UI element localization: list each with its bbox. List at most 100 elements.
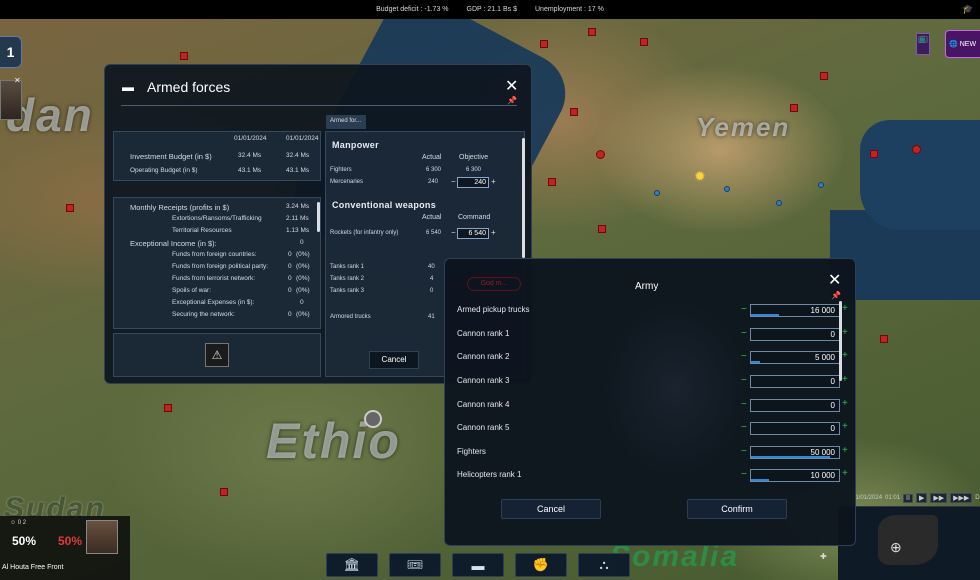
fastest-button[interactable]: ▶▶▶ — [950, 493, 973, 503]
confirm-button[interactable]: Confirm — [687, 499, 787, 519]
pin-icon[interactable]: 📌 — [831, 291, 841, 300]
plus-icon[interactable]: + — [842, 327, 848, 338]
minus-icon[interactable]: − — [451, 228, 456, 237]
plus-icon[interactable]: + — [842, 468, 848, 479]
scrollbar[interactable] — [317, 202, 320, 232]
unit-marker[interactable] — [66, 204, 74, 212]
pin-icon[interactable]: 📌 — [507, 96, 517, 105]
unit-marker[interactable] — [640, 38, 648, 46]
unit-marker[interactable] — [880, 335, 888, 343]
income-label: Funds from foreign political party: — [172, 263, 269, 270]
city-marker[interactable] — [596, 150, 605, 159]
minus-icon[interactable]: − — [741, 304, 747, 315]
news-button[interactable]: 🌐 NEW — [945, 30, 980, 58]
plus-icon[interactable]: + — [842, 374, 848, 385]
bank-icon[interactable]: 🏛 — [326, 553, 378, 577]
quantity-fill — [751, 456, 831, 458]
income-pct: (0%) — [296, 287, 310, 294]
minus-icon[interactable]: − — [741, 422, 747, 433]
player-panel: ☺ 0 2 50% 50% Al Houta Free Front — [0, 516, 130, 580]
faction-logo-icon[interactable]: ⚠ — [205, 343, 229, 367]
allied-marker[interactable] — [818, 182, 824, 188]
quantity-input[interactable]: 5 000 — [750, 351, 840, 364]
play-button[interactable]: ▶ — [915, 493, 928, 503]
minus-icon[interactable]: − — [451, 177, 456, 186]
unit-marker[interactable] — [548, 178, 556, 186]
plus-icon[interactable]: + — [842, 398, 848, 409]
quantity-input[interactable]: 16 000 — [750, 304, 840, 317]
minimap[interactable]: ⊕ — [838, 506, 980, 580]
city-marker[interactable] — [912, 145, 921, 154]
faction-name: Al Houta Free Front — [2, 564, 64, 571]
fist-icon[interactable]: ✊ — [515, 553, 567, 577]
zoom-in-icon[interactable]: ✚ — [820, 552, 832, 561]
plus-icon[interactable]: + — [842, 303, 848, 314]
rockets-command-input[interactable]: 6 540 — [457, 228, 489, 239]
mercenaries-objective-input[interactable]: 240 — [457, 177, 489, 188]
plus-icon[interactable]: + — [491, 228, 496, 237]
unit-marker[interactable] — [540, 40, 548, 48]
minimap-land — [878, 515, 938, 565]
pause-button[interactable]: II — [903, 493, 913, 503]
rival-portrait[interactable] — [86, 520, 118, 554]
tv-icon[interactable]: 📺 — [916, 33, 930, 55]
minus-icon[interactable]: − — [741, 469, 747, 480]
scrollbar[interactable] — [839, 301, 842, 381]
armored-trucks-actual: 41 — [428, 314, 435, 320]
tab-armed-forces[interactable]: Armed for... — [326, 115, 366, 129]
close-icon[interactable]: ✕ — [14, 76, 21, 85]
allied-marker[interactable] — [654, 190, 660, 196]
god-mode-tag[interactable]: God m... — [467, 277, 521, 291]
operating-budget-v2: 43.1 Ms — [286, 167, 310, 174]
budget-date-2: 01/01/2024 — [286, 135, 319, 142]
leader-portrait[interactable] — [0, 80, 22, 120]
unit-marker[interactable] — [180, 52, 188, 60]
allied-marker[interactable] — [724, 186, 730, 192]
plus-icon[interactable]: + — [491, 177, 496, 186]
plus-icon[interactable]: + — [842, 445, 848, 456]
unit-marker[interactable] — [790, 104, 798, 112]
plus-icon[interactable]: + — [842, 350, 848, 361]
graduation-cap-icon[interactable]: 🎓 — [962, 4, 974, 14]
cancel-button[interactable]: Cancel — [369, 351, 419, 369]
unit-marker[interactable] — [164, 404, 172, 412]
minus-icon[interactable]: − — [741, 446, 747, 457]
minus-icon[interactable]: − — [741, 328, 747, 339]
target-marker[interactable] — [364, 410, 382, 428]
quantity-input[interactable]: 0 — [750, 375, 840, 388]
fast-button[interactable]: ▶▶ — [930, 493, 948, 503]
budget-date-1: 01/01/2024 — [234, 135, 267, 142]
minus-icon[interactable]: − — [741, 351, 747, 362]
army-row-cannon-rank-3: Cannon rank 3 − 0 + — [457, 374, 848, 388]
quantity-input[interactable]: 0 — [750, 399, 840, 412]
quantity-input[interactable]: 50 000 — [750, 446, 840, 459]
map-label-yemen: Yemen — [696, 112, 791, 142]
minus-icon[interactable]: − — [741, 375, 747, 386]
close-icon[interactable]: ✕ — [505, 79, 518, 95]
allied-marker[interactable] — [776, 200, 782, 206]
ticket-icon[interactable]: 🎟 — [389, 553, 441, 577]
quantity-fill — [751, 361, 760, 363]
unit-marker[interactable] — [598, 225, 606, 233]
quantity-input[interactable]: 10 000 — [750, 469, 840, 482]
quantity-input[interactable]: 0 — [750, 328, 840, 341]
quantity-fill — [751, 314, 780, 316]
unit-marker[interactable] — [220, 488, 228, 496]
unit-marker[interactable] — [870, 150, 878, 158]
tank-icon[interactable]: ▬ — [452, 553, 504, 577]
unit-marker[interactable] — [588, 28, 596, 36]
close-icon[interactable]: ✕ — [828, 273, 841, 289]
plus-icon[interactable]: + — [842, 421, 848, 432]
minus-icon[interactable]: − — [741, 399, 747, 410]
exceptional-income-label: Exceptional Income (in $): — [130, 239, 217, 248]
quantity-input[interactable]: 0 — [750, 422, 840, 435]
expense-value: 0 — [300, 299, 304, 306]
day-button[interactable]: D — [975, 495, 979, 501]
network-icon[interactable]: ⛬ — [578, 553, 630, 577]
unit-marker[interactable] — [570, 108, 578, 116]
level-badge[interactable]: 1 — [0, 36, 22, 68]
unit-marker[interactable] — [820, 72, 828, 80]
explosion-icon[interactable]: ✹ — [694, 168, 706, 185]
cancel-button[interactable]: Cancel — [501, 499, 601, 519]
scrollbar[interactable] — [522, 138, 525, 258]
